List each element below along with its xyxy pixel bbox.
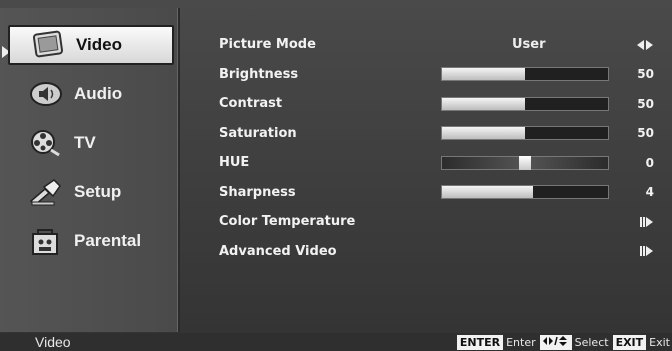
menu-row-color-temperature[interactable]: Color Temperature (219, 207, 659, 237)
menu-row-contrast[interactable]: Contrast 50 (219, 89, 659, 119)
advanced-video-label: Advanced Video (219, 243, 337, 259)
sidebar: Video Audio TV Setup Parental (0, 8, 180, 332)
picture-mode-value: User (512, 37, 546, 53)
sidebar-item-label: TV (74, 133, 96, 152)
hue-value: 0 (645, 155, 654, 170)
footer-title: Video (35, 334, 71, 350)
contrast-label: Contrast (219, 96, 283, 112)
menu-row-picture-mode[interactable]: Picture Mode User (219, 30, 659, 60)
menu-row-hue[interactable]: HUE 0 (219, 148, 659, 178)
navigation-arrows-icon (539, 334, 572, 350)
brightness-label: Brightness (219, 66, 299, 82)
sidebar-item-audio[interactable]: Audio (8, 74, 174, 114)
sidebar-item-label: Setup (74, 182, 122, 201)
contrast-value: 50 (637, 96, 654, 111)
sidebar-item-tv[interactable]: TV (8, 123, 174, 163)
sidebar-item-label: Audio (74, 84, 123, 103)
menu-row-sharpness[interactable]: Sharpness 4 (219, 178, 659, 208)
parental-lock-icon (26, 224, 66, 258)
tools-icon (26, 175, 66, 209)
brightness-value: 50 (637, 67, 654, 82)
contrast-slider[interactable] (441, 96, 609, 111)
left-right-arrow-icon[interactable] (637, 39, 653, 50)
speaker-icon (26, 77, 66, 111)
enter-key-badge: ENTER (456, 334, 504, 350)
menu-row-saturation[interactable]: Saturation 50 (219, 119, 659, 149)
footer-key-hints: ENTER Enter Select EXIT Exit (453, 334, 670, 350)
select-hint-label: Select (574, 335, 609, 349)
saturation-value: 50 (637, 126, 654, 141)
saturation-slider[interactable] (441, 126, 609, 141)
submenu-arrow-icon[interactable] (640, 246, 653, 257)
video-icon (28, 28, 68, 62)
hue-slider-knob[interactable] (519, 155, 531, 170)
sidebar-item-label: Video (76, 35, 122, 54)
footer-bar: Video ENTER Enter Select EXIT Exit (0, 333, 672, 351)
sidebar-item-video[interactable]: Video (8, 25, 174, 65)
sharpness-label: Sharpness (219, 184, 296, 200)
tv-osd-screen: Video Audio TV Setup Parental Picture Mo… (0, 0, 672, 351)
sidebar-item-parental[interactable]: Parental (8, 221, 174, 261)
menu-row-brightness[interactable]: Brightness 50 (219, 60, 659, 90)
video-settings-menu: Picture Mode User Brightness 50 Contrast… (219, 30, 659, 266)
exit-hint-label: Exit (649, 335, 670, 349)
saturation-label: Saturation (219, 125, 297, 141)
enter-hint-label: Enter (506, 335, 536, 349)
exit-key-badge: EXIT (612, 334, 647, 350)
menu-row-advanced-video[interactable]: Advanced Video (219, 237, 659, 267)
color-temperature-label: Color Temperature (219, 214, 356, 230)
sidebar-item-setup[interactable]: Setup (8, 172, 174, 212)
picture-mode-label: Picture Mode (219, 37, 316, 53)
brightness-slider[interactable] (441, 67, 609, 82)
hue-label: HUE (219, 155, 250, 171)
sharpness-slider[interactable] (441, 185, 609, 200)
sharpness-value: 4 (645, 185, 654, 200)
hue-slider[interactable] (441, 155, 609, 170)
submenu-arrow-icon[interactable] (640, 216, 653, 227)
sidebar-item-label: Parental (74, 231, 142, 250)
film-reel-icon (26, 126, 66, 160)
